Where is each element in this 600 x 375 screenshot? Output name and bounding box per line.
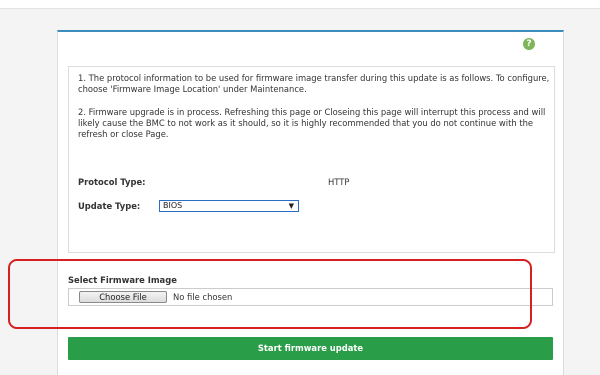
highlight-annotation (8, 259, 532, 329)
top-bar (0, 0, 600, 9)
start-firmware-update-button[interactable]: Start firmware update (68, 337, 553, 360)
protocol-type-value: HTTP (328, 177, 350, 187)
info-paragraph-1: 1. The protocol information to be used f… (78, 73, 550, 94)
update-type-selected: BIOS (163, 201, 183, 210)
update-type-select[interactable]: BIOS ▼ (159, 200, 299, 212)
update-type-label: Update Type: (78, 201, 141, 211)
protocol-type-label: Protocol Type: (78, 177, 146, 187)
info-paragraph-2: 2. Firmware upgrade is in process. Refre… (78, 107, 546, 139)
chevron-down-icon: ▼ (288, 202, 294, 210)
help-icon[interactable]: ? (523, 38, 535, 50)
